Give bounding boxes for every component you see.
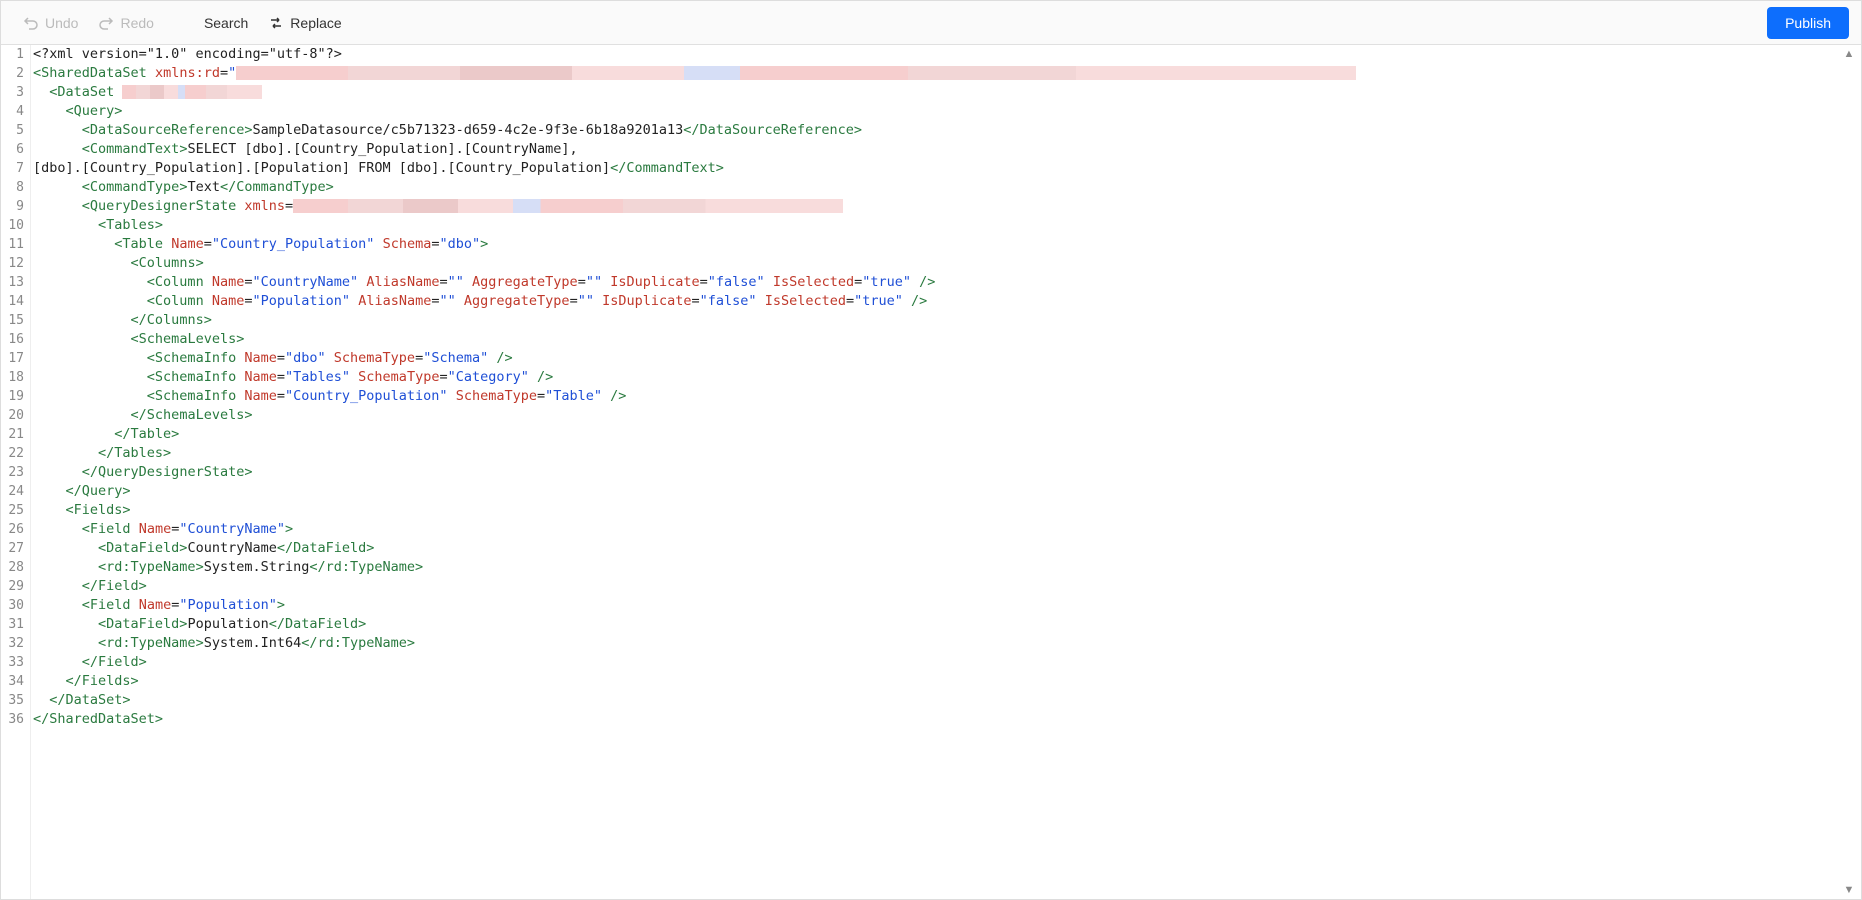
redo-icon — [98, 15, 114, 31]
line-number: 13 — [1, 273, 30, 292]
code-line[interactable]: </Columns> — [33, 311, 1861, 330]
code-line[interactable]: <rd:TypeName>System.String</rd:TypeName> — [33, 558, 1861, 577]
code-line[interactable]: <Columns> — [33, 254, 1861, 273]
code-line[interactable]: <CommandType>Text</CommandType> — [33, 178, 1861, 197]
line-number: 19 — [1, 387, 30, 406]
code-line[interactable]: <QueryDesignerState xmlns= — [33, 197, 1861, 216]
code-line[interactable]: <SchemaLevels> — [33, 330, 1861, 349]
line-number: 14 — [1, 292, 30, 311]
code-line[interactable]: </Fields> — [33, 672, 1861, 691]
line-number: 1 — [1, 45, 30, 64]
line-number: 36 — [1, 710, 30, 729]
code-line[interactable]: </Field> — [33, 577, 1861, 596]
search-button[interactable]: Search — [194, 9, 258, 37]
line-number: 8 — [1, 178, 30, 197]
line-number: 11 — [1, 235, 30, 254]
line-number: 32 — [1, 634, 30, 653]
undo-button[interactable]: Undo — [13, 9, 88, 37]
line-number: 22 — [1, 444, 30, 463]
code-line[interactable]: </QueryDesignerState> — [33, 463, 1861, 482]
code-area[interactable]: <?xml version="1.0" encoding="utf-8"?><S… — [31, 45, 1861, 899]
toolbar: Undo Redo Search Replace Publish — [1, 1, 1861, 45]
line-number: 6 — [1, 140, 30, 159]
line-number: 31 — [1, 615, 30, 634]
line-number: 28 — [1, 558, 30, 577]
line-number: 20 — [1, 406, 30, 425]
line-number: 33 — [1, 653, 30, 672]
scroll-up-arrow[interactable]: ▲ — [1841, 47, 1857, 61]
line-number: 24 — [1, 482, 30, 501]
line-number: 27 — [1, 539, 30, 558]
code-line[interactable]: <rd:TypeName>System.Int64</rd:TypeName> — [33, 634, 1861, 653]
redo-label: Redo — [120, 15, 153, 31]
line-number: 12 — [1, 254, 30, 273]
line-number: 7 — [1, 159, 30, 178]
code-editor[interactable]: 1234567891011121314151617181920212223242… — [1, 45, 1861, 899]
code-line[interactable]: <?xml version="1.0" encoding="utf-8"?> — [33, 45, 1861, 64]
code-line[interactable]: [dbo].[Country_Population].[Population] … — [33, 159, 1861, 178]
line-number: 30 — [1, 596, 30, 615]
line-number: 35 — [1, 691, 30, 710]
code-line[interactable]: </Tables> — [33, 444, 1861, 463]
code-line[interactable]: </Table> — [33, 425, 1861, 444]
line-number: 23 — [1, 463, 30, 482]
line-number: 10 — [1, 216, 30, 235]
code-line[interactable]: <Column Name="Population" AliasName="" A… — [33, 292, 1861, 311]
code-line[interactable]: <DataField>CountryName</DataField> — [33, 539, 1861, 558]
code-line[interactable]: <CommandText>SELECT [dbo].[Country_Popul… — [33, 140, 1861, 159]
line-number: 3 — [1, 83, 30, 102]
line-number: 9 — [1, 197, 30, 216]
search-label: Search — [204, 15, 248, 31]
undo-icon — [23, 15, 39, 31]
line-number: 25 — [1, 501, 30, 520]
line-number: 2 — [1, 64, 30, 83]
line-number: 17 — [1, 349, 30, 368]
replace-button[interactable]: Replace — [258, 9, 351, 37]
code-line[interactable]: <DataField>Population</DataField> — [33, 615, 1861, 634]
publish-button[interactable]: Publish — [1767, 7, 1849, 39]
replace-label: Replace — [290, 15, 341, 31]
line-number: 34 — [1, 672, 30, 691]
code-line[interactable]: </Field> — [33, 653, 1861, 672]
code-line[interactable]: <Column Name="CountryName" AliasName="" … — [33, 273, 1861, 292]
code-line[interactable]: <DataSet — [33, 83, 1861, 102]
code-line[interactable]: </DataSet> — [33, 691, 1861, 710]
line-number: 29 — [1, 577, 30, 596]
code-line[interactable]: <Fields> — [33, 501, 1861, 520]
code-line[interactable]: <SchemaInfo Name="Tables" SchemaType="Ca… — [33, 368, 1861, 387]
line-number: 16 — [1, 330, 30, 349]
redacted-text — [236, 66, 1356, 80]
code-line[interactable]: <Table Name="Country_Population" Schema=… — [33, 235, 1861, 254]
publish-label: Publish — [1785, 15, 1831, 31]
line-number: 21 — [1, 425, 30, 444]
line-number: 4 — [1, 102, 30, 121]
code-line[interactable]: <DataSourceReference>SampleDatasource/c5… — [33, 121, 1861, 140]
code-line[interactable]: <Query> — [33, 102, 1861, 121]
line-number: 15 — [1, 311, 30, 330]
code-line[interactable]: <Field Name="CountryName"> — [33, 520, 1861, 539]
code-line[interactable]: <SharedDataSet xmlns:rd=" — [33, 64, 1861, 83]
line-number-gutter: 1234567891011121314151617181920212223242… — [1, 45, 31, 899]
line-number: 18 — [1, 368, 30, 387]
redacted-text — [293, 199, 843, 213]
line-number: 26 — [1, 520, 30, 539]
code-line[interactable]: <Tables> — [33, 216, 1861, 235]
undo-label: Undo — [45, 15, 78, 31]
code-line[interactable]: <SchemaInfo Name="Country_Population" Sc… — [33, 387, 1861, 406]
line-number: 5 — [1, 121, 30, 140]
code-line[interactable]: </Query> — [33, 482, 1861, 501]
scroll-down-arrow[interactable]: ▼ — [1841, 883, 1857, 897]
replace-icon — [268, 15, 284, 31]
code-line[interactable]: <SchemaInfo Name="dbo" SchemaType="Schem… — [33, 349, 1861, 368]
redo-button[interactable]: Redo — [88, 9, 163, 37]
code-line[interactable]: </SchemaLevels> — [33, 406, 1861, 425]
code-line[interactable]: </SharedDataSet> — [33, 710, 1861, 729]
code-line[interactable]: <Field Name="Population"> — [33, 596, 1861, 615]
redacted-text — [122, 85, 262, 99]
